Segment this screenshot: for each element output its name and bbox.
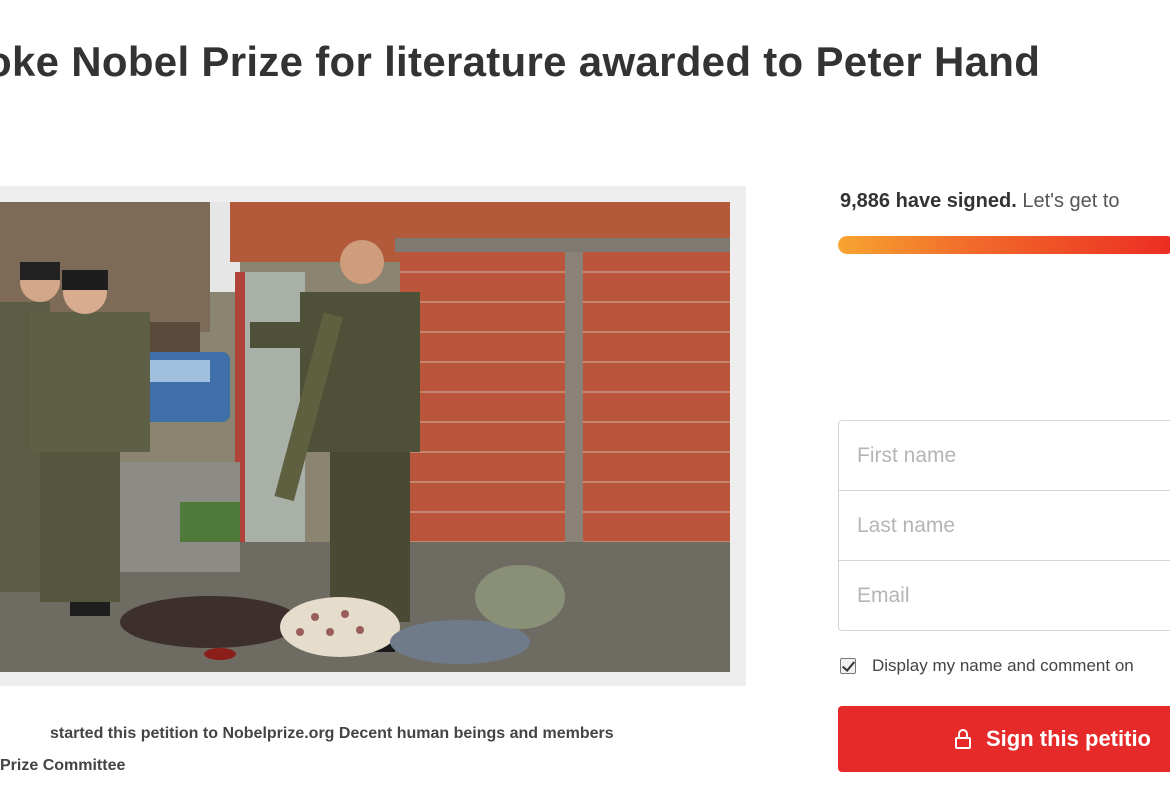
signature-count: 9,886 have signed. Let's get to	[840, 190, 1120, 213]
last-name-input[interactable]	[838, 490, 1170, 561]
checkbox-checked-icon[interactable]	[840, 658, 856, 674]
display-name-consent[interactable]: Display my name and comment on	[838, 656, 1134, 676]
byline-text-line2: Prize Committee	[0, 757, 126, 774]
signature-progress-bar	[838, 236, 1170, 254]
sign-form	[838, 420, 1170, 631]
consent-label: Display my name and comment on	[872, 656, 1134, 675]
first-name-input[interactable]	[838, 420, 1170, 491]
lock-icon	[954, 729, 972, 749]
media-frame	[0, 186, 746, 686]
byline-text-line1: started this petition to Nobelprize.org …	[50, 725, 614, 742]
signature-goal-text: Let's get to	[1016, 190, 1120, 212]
signature-count-number: 9,886 have signed.	[840, 190, 1017, 212]
petition-title: oke Nobel Prize for literature awarded t…	[0, 38, 1041, 85]
sign-button-label: Sign this petitio	[986, 726, 1151, 751]
email-input[interactable]	[838, 560, 1170, 631]
signature-progress-fill	[838, 236, 1170, 254]
sign-petition-button[interactable]: Sign this petitio	[838, 706, 1170, 772]
petition-photo	[0, 202, 730, 672]
